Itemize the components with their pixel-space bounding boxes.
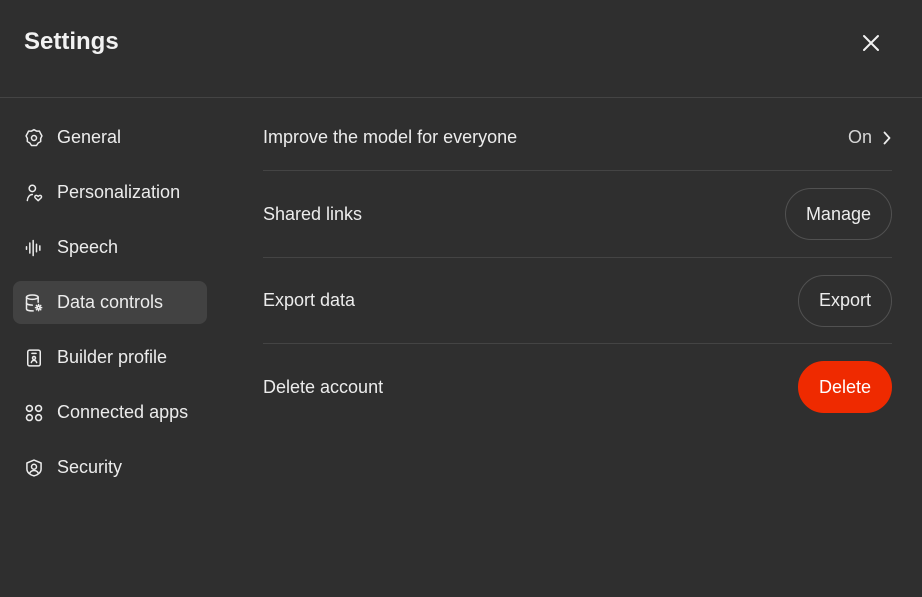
database-gear-icon xyxy=(23,292,45,314)
person-heart-icon xyxy=(23,182,45,204)
settings-modal: Settings General Personalization Speech … xyxy=(0,0,922,597)
setting-row-export-data: Export data Export xyxy=(263,258,892,344)
export-button[interactable]: Export xyxy=(797,274,892,327)
improve-model-toggle-link[interactable]: On xyxy=(848,127,892,148)
sidebar-item-speech[interactable]: Speech xyxy=(13,226,207,269)
id-badge-icon xyxy=(23,347,45,369)
sidebar-item-personalization[interactable]: Personalization xyxy=(13,171,207,214)
shield-user-icon xyxy=(23,457,45,479)
sidebar-item-label: Personalization xyxy=(57,182,181,202)
sidebar-item-general[interactable]: General xyxy=(13,116,207,159)
setting-row-shared-links: Shared links Manage xyxy=(263,171,892,258)
sidebar-item-label: Data controls xyxy=(57,292,164,312)
setting-label: Export data xyxy=(263,290,356,310)
sidebar-item-builder-profile[interactable]: Builder profile xyxy=(13,336,207,379)
sound-wave-icon xyxy=(23,237,45,259)
setting-label: Shared links xyxy=(263,203,363,224)
sidebar-item-label: General xyxy=(57,127,122,147)
settings-sidebar: General Personalization Speech Data cont… xyxy=(13,116,207,501)
chevron-right-icon xyxy=(882,130,892,146)
setting-label: Delete account xyxy=(263,376,384,397)
close-button[interactable] xyxy=(856,28,886,58)
sidebar-item-connected-apps[interactable]: Connected apps xyxy=(13,391,207,434)
setting-value: On xyxy=(847,127,872,147)
sidebar-item-label: Security xyxy=(57,457,123,477)
sidebar-item-security[interactable]: Security xyxy=(13,446,207,489)
modal-header: Settings xyxy=(0,0,922,98)
sidebar-item-label: Connected apps xyxy=(57,402,189,422)
page-title: Settings xyxy=(24,28,119,55)
sidebar-item-label: Builder profile xyxy=(57,347,168,367)
setting-row-delete-account: Delete account Delete xyxy=(263,344,892,430)
manage-button[interactable]: Manage xyxy=(784,188,892,240)
sidebar-item-data-controls[interactable]: Data controls xyxy=(13,281,207,324)
setting-row-improve-model: Improve the model for everyone On xyxy=(263,105,892,171)
sidebar-item-label: Speech xyxy=(57,237,119,257)
data-controls-panel: Improve the model for everyone On Shared… xyxy=(263,105,892,430)
setting-label: Improve the model for everyone xyxy=(263,127,518,147)
delete-button[interactable]: Delete xyxy=(797,361,892,413)
gear-icon xyxy=(23,127,45,149)
close-icon xyxy=(863,35,879,51)
apps-grid-icon xyxy=(23,402,45,424)
